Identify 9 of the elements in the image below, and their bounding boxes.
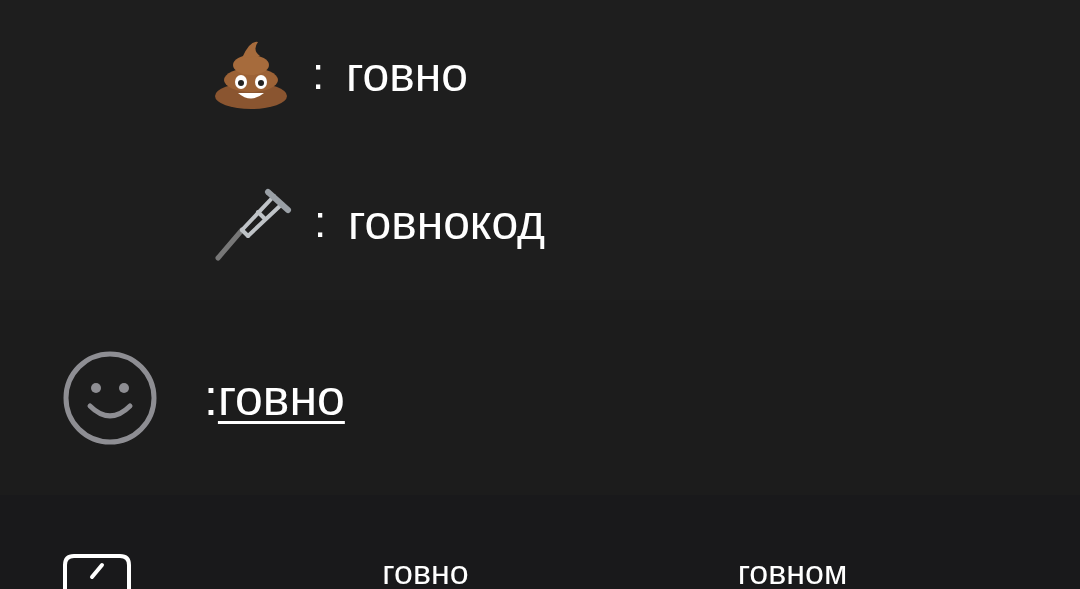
smiley-icon[interactable] bbox=[62, 349, 158, 446]
word-prediction[interactable]: говном bbox=[609, 555, 976, 589]
word-prediction[interactable]: говно bbox=[242, 555, 609, 589]
colon: : bbox=[312, 197, 328, 247]
message-field[interactable]: :говно bbox=[204, 368, 345, 427]
suggestion-label[interactable]: говно bbox=[346, 46, 468, 102]
suggestion-label[interactable]: говнокод bbox=[348, 194, 546, 250]
colon: : bbox=[310, 49, 326, 99]
back-key-icon[interactable] bbox=[62, 553, 132, 589]
